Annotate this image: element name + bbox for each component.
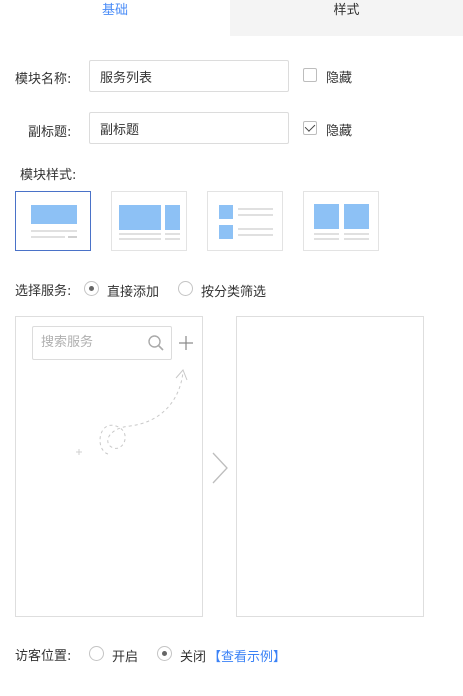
module-name-hide-label: 隐藏 bbox=[326, 71, 353, 86]
module-name-input[interactable] bbox=[89, 60, 289, 92]
thumb-image-block bbox=[344, 204, 369, 229]
selected-services-panel bbox=[236, 316, 424, 617]
module-name-label: 模块名称: bbox=[15, 72, 72, 87]
service-search-input[interactable]: 搜索服务 bbox=[32, 326, 172, 360]
thumb-text-line bbox=[314, 233, 339, 235]
radio-visitor-on-label: 开启 bbox=[112, 650, 139, 665]
thumb-image-block bbox=[119, 205, 161, 230]
style-option-1[interactable] bbox=[15, 191, 91, 251]
style-option-4[interactable] bbox=[303, 191, 379, 251]
thumb-text-line bbox=[165, 238, 180, 240]
style-option-3[interactable] bbox=[207, 191, 283, 251]
subtitle-input[interactable] bbox=[89, 112, 289, 144]
thumb-text-line bbox=[344, 238, 369, 240]
thumb-text-line bbox=[119, 238, 161, 240]
thumb-text-line bbox=[68, 236, 77, 238]
radio-filter-by-category[interactable] bbox=[178, 281, 193, 296]
thumb-image-block bbox=[165, 205, 180, 230]
radio-selected-dot bbox=[162, 651, 167, 656]
subtitle-label: 副标题: bbox=[28, 125, 72, 140]
search-placeholder: 搜索服务 bbox=[41, 335, 94, 350]
add-hint-arrow-icon bbox=[76, 369, 188, 455]
chevron-right-icon[interactable] bbox=[210, 451, 230, 485]
tab-basic[interactable]: 基础 bbox=[0, 0, 230, 36]
radio-visitor-off[interactable] bbox=[157, 646, 172, 661]
subtitle-hide-checkbox[interactable] bbox=[303, 121, 317, 135]
thumb-text-line bbox=[31, 236, 65, 238]
style-option-2[interactable] bbox=[111, 191, 187, 251]
thumb-text-line bbox=[238, 208, 273, 210]
tab-style[interactable]: 样式 bbox=[230, 0, 463, 36]
thumb-text-line bbox=[238, 214, 273, 216]
check-icon bbox=[304, 121, 316, 132]
radio-selected-dot bbox=[89, 286, 94, 291]
visitor-position-label: 访客位置: bbox=[15, 649, 72, 664]
thumb-text-line bbox=[344, 233, 369, 235]
tab-bar: 基础 样式 bbox=[0, 0, 463, 36]
radio-direct-add-label: 直接添加 bbox=[107, 285, 160, 300]
search-icon[interactable] bbox=[147, 334, 165, 352]
module-style-label: 模块样式: bbox=[20, 168, 77, 183]
thumb-text-line bbox=[31, 230, 77, 232]
thumb-text-line bbox=[314, 238, 339, 240]
select-service-label: 选择服务: bbox=[15, 284, 72, 299]
radio-visitor-off-label: 关闭 bbox=[180, 650, 207, 665]
thumb-image-block bbox=[219, 205, 233, 219]
radio-visitor-on[interactable] bbox=[89, 646, 104, 661]
subtitle-hide-label: 隐藏 bbox=[326, 124, 353, 139]
thumb-image-block bbox=[219, 225, 233, 239]
thumb-text-line bbox=[119, 233, 161, 235]
thumb-image-block bbox=[314, 204, 339, 229]
thumb-image-block bbox=[31, 205, 77, 224]
thumb-text-line bbox=[165, 233, 180, 235]
radio-direct-add[interactable] bbox=[84, 281, 99, 296]
thumb-text-line bbox=[238, 228, 273, 230]
thumb-text-line bbox=[238, 234, 273, 236]
view-example-link[interactable]: 【查看示例】 bbox=[208, 646, 286, 665]
radio-filter-by-category-label: 按分类筛选 bbox=[201, 285, 267, 300]
module-name-hide-checkbox[interactable] bbox=[303, 68, 317, 82]
plus-icon[interactable] bbox=[178, 335, 194, 351]
